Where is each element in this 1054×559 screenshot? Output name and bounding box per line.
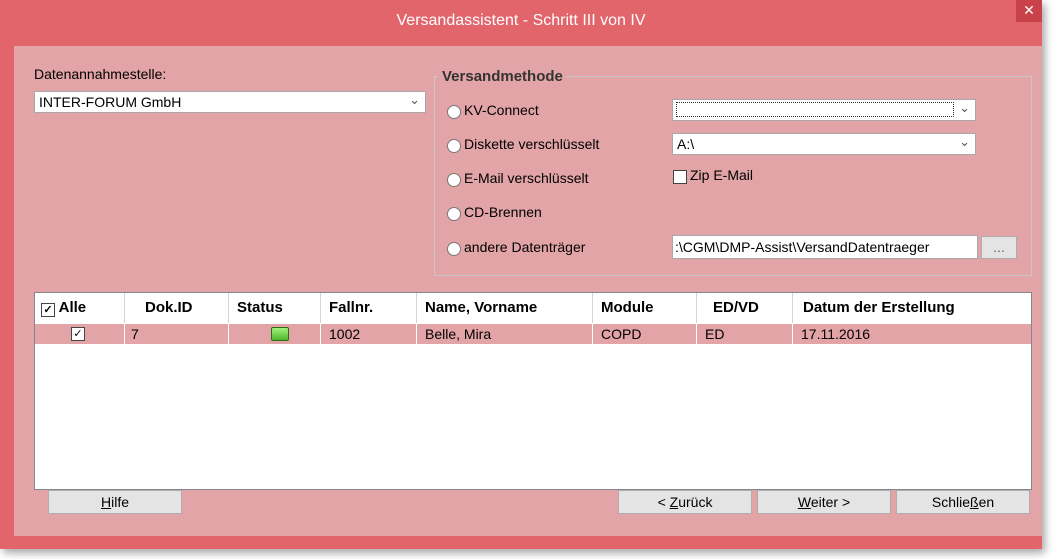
document-table[interactable]: ✓ Alle Dok.ID Status Fallnr. Name, Vorna… (34, 292, 1032, 490)
path-value: :\CGM\DMP-Assist\VersandDatentraeger (675, 239, 930, 255)
cell-name: Belle, Mira (417, 324, 593, 344)
zip-email-label[interactable]: Zip E-Mail (690, 167, 753, 183)
next-mnemonic: W (797, 494, 811, 510)
col-fallnr[interactable]: Fallnr. (321, 293, 417, 323)
back-label: urück (678, 494, 713, 510)
cell-module: COPD (593, 324, 697, 344)
cell-fallnr: 1002 (321, 324, 417, 344)
radio-email-encrypted[interactable] (447, 173, 461, 187)
disk-drive-select[interactable]: A:\ ⌄ (672, 133, 976, 155)
next-button[interactable]: Weiter > (757, 490, 891, 514)
close-mnemonic: ß (970, 494, 979, 510)
help-button[interactable]: Hilfe (48, 490, 182, 514)
status-ok-icon (271, 327, 289, 341)
col-module[interactable]: Module (593, 293, 697, 323)
browse-button[interactable]: ... (981, 236, 1017, 259)
radio-cd-burn-label[interactable]: CD-Brennen (464, 204, 542, 220)
col-dok-id[interactable]: Dok.ID (125, 293, 229, 323)
chevron-down-icon: ⌄ (959, 134, 970, 149)
help-label: ilfe (111, 494, 130, 510)
radio-disk-encrypted-label[interactable]: Diskette verschlüsselt (464, 136, 599, 152)
receiver-value: INTER-FORUM GmbH (39, 94, 182, 110)
cell-dok-id: 7 (125, 324, 229, 344)
table-header: ✓ Alle Dok.ID Status Fallnr. Name, Vorna… (35, 293, 1031, 323)
radio-email-encrypted-label[interactable]: E-Mail verschlüsselt (464, 170, 588, 186)
col-datum[interactable]: Datum der Erstellung (793, 293, 1031, 323)
receiver-label: Datenannahmestelle: (34, 66, 167, 82)
row-select-cell[interactable]: ✓ (35, 324, 125, 344)
table-row[interactable]: ✓ 7 1002 Belle, Mira COPD ED 17.11.2016 (35, 324, 1031, 344)
cell-status (229, 324, 321, 344)
radio-other-media-label[interactable]: andere Datenträger (464, 239, 585, 255)
focus-rect (676, 102, 954, 117)
back-button[interactable]: < Zurück (618, 490, 752, 514)
cell-datum: 17.11.2016 (801, 326, 871, 342)
radio-kv-connect-label[interactable]: KV-Connect (464, 102, 539, 118)
disk-drive-value: A:\ (677, 136, 695, 152)
window-title: Versandassistent - Schritt III von IV (396, 12, 646, 29)
next-label: eiter > (810, 494, 851, 510)
wizard-window: Versandassistent - Schritt III von IV ✕ … (0, 0, 1042, 549)
row-checkbox[interactable]: ✓ (71, 327, 85, 341)
col-name[interactable]: Name, Vorname (417, 293, 593, 323)
send-method-title: Versandmethode (438, 68, 567, 85)
kv-connect-select[interactable]: ⌄ (672, 99, 976, 121)
title-bar[interactable]: Versandassistent - Schritt III von IV ✕ (0, 0, 1042, 46)
close-prefix: Schlie (931, 494, 970, 510)
select-all-label: Alle (58, 299, 87, 316)
close-button[interactable]: Schließen (896, 490, 1030, 514)
select-all-header[interactable]: ✓ Alle (35, 293, 125, 323)
receiver-select[interactable]: INTER-FORUM GmbH ⌄ (34, 91, 426, 113)
back-prefix: < (657, 494, 670, 510)
close-label: en (978, 494, 995, 510)
radio-other-media[interactable] (447, 242, 461, 256)
radio-cd-burn[interactable] (447, 207, 461, 221)
select-all-checkbox[interactable]: ✓ (41, 303, 55, 317)
path-input[interactable]: :\CGM\DMP-Assist\VersandDatentraeger (672, 235, 978, 259)
radio-disk-encrypted[interactable] (447, 139, 461, 153)
col-status[interactable]: Status (229, 293, 321, 323)
back-mnemonic: Z (669, 494, 679, 510)
close-window-button[interactable]: ✕ (1016, 0, 1042, 22)
zip-email-checkbox[interactable] (673, 170, 687, 184)
cell-edvd: ED (697, 324, 793, 344)
col-edvd[interactable]: ED/VD (697, 293, 793, 323)
chevron-down-icon: ⌄ (409, 92, 420, 107)
radio-kv-connect[interactable] (447, 105, 461, 119)
help-mnemonic: H (100, 494, 112, 510)
chevron-down-icon: ⌄ (959, 100, 970, 115)
